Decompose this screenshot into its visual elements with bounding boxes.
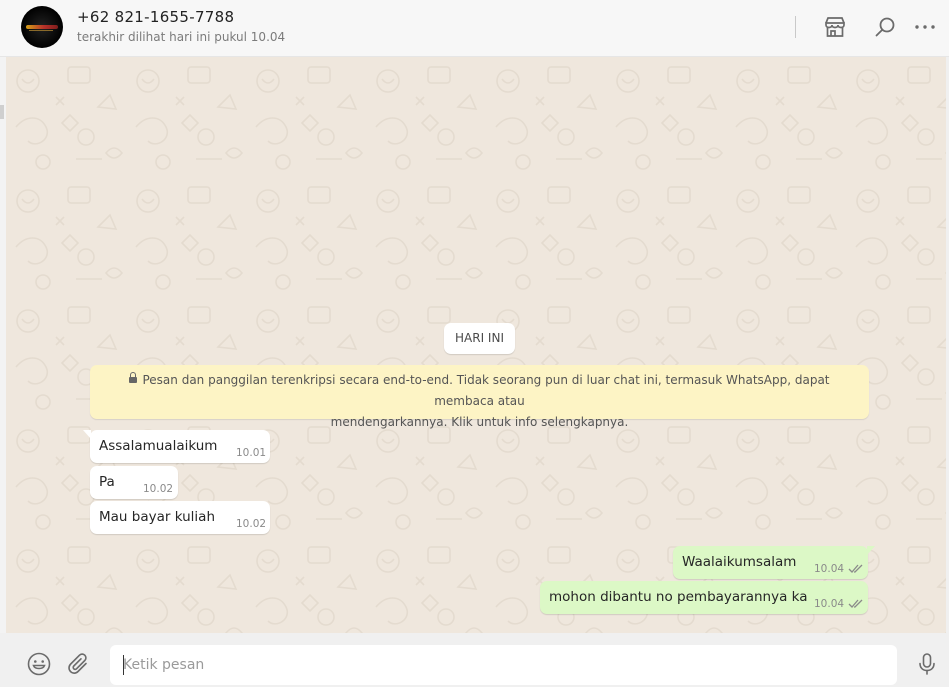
header-divider bbox=[795, 16, 796, 38]
message-input[interactable] bbox=[110, 645, 897, 685]
chat-header: +62 821-1655-7788 terakhir dilihat hari … bbox=[0, 0, 949, 57]
search-icon[interactable] bbox=[872, 14, 898, 40]
emoji-icon[interactable] bbox=[26, 651, 52, 677]
message-text: mohon dibantu no pembayarannya ka bbox=[549, 589, 808, 605]
date-chip: HARI INI bbox=[444, 323, 515, 354]
message-bubble-outgoing[interactable]: mohon dibantu no pembayarannya ka 10.04 bbox=[540, 581, 868, 614]
message-time: 10.01 bbox=[236, 447, 267, 459]
composer-bar bbox=[0, 633, 949, 687]
message-time: 10.02 bbox=[236, 518, 267, 530]
message-text: Assalamualaikum bbox=[99, 438, 218, 454]
message-time: 10.02 bbox=[143, 483, 174, 495]
encryption-notice-line2: mendengarkannya. Klik untuk info selengk… bbox=[330, 415, 629, 429]
chat-area: HARI INI Pesan dan panggilan terenkripsi… bbox=[6, 57, 946, 633]
menu-icon[interactable] bbox=[912, 14, 938, 40]
read-receipt-icon bbox=[848, 599, 864, 612]
contact-avatar[interactable] bbox=[21, 6, 63, 48]
message-text: Mau bayar kuliah bbox=[99, 509, 216, 525]
read-receipt-icon bbox=[848, 564, 864, 577]
attach-paperclip-icon[interactable] bbox=[66, 651, 92, 677]
store-icon[interactable] bbox=[822, 14, 848, 40]
message-time: 10.04 bbox=[814, 563, 864, 577]
message-bubble-incoming[interactable]: Pa 10.02 bbox=[90, 466, 178, 499]
message-text: Pa bbox=[99, 474, 115, 490]
microphone-icon[interactable] bbox=[914, 651, 940, 677]
lock-icon bbox=[129, 372, 138, 385]
text-cursor bbox=[123, 655, 124, 675]
message-bubble-incoming[interactable]: Mau bayar kuliah 10.02 bbox=[90, 501, 270, 534]
encryption-notice-line1: Pesan dan panggilan terenkripsi secara e… bbox=[142, 373, 830, 408]
last-seen-status: terakhir dilihat hari ini pukul 10.04 bbox=[77, 30, 286, 44]
contact-name[interactable]: +62 821-1655-7788 bbox=[77, 8, 234, 26]
message-bubble-incoming[interactable]: Assalamualaikum 10.01 bbox=[83, 430, 270, 463]
message-bubble-outgoing[interactable]: Waalaikumsalam 10.04 bbox=[673, 546, 875, 579]
message-time: 10.04 bbox=[814, 598, 864, 612]
message-text: Waalaikumsalam bbox=[682, 554, 797, 570]
encryption-notice[interactable]: Pesan dan panggilan terenkripsi secara e… bbox=[90, 365, 869, 429]
